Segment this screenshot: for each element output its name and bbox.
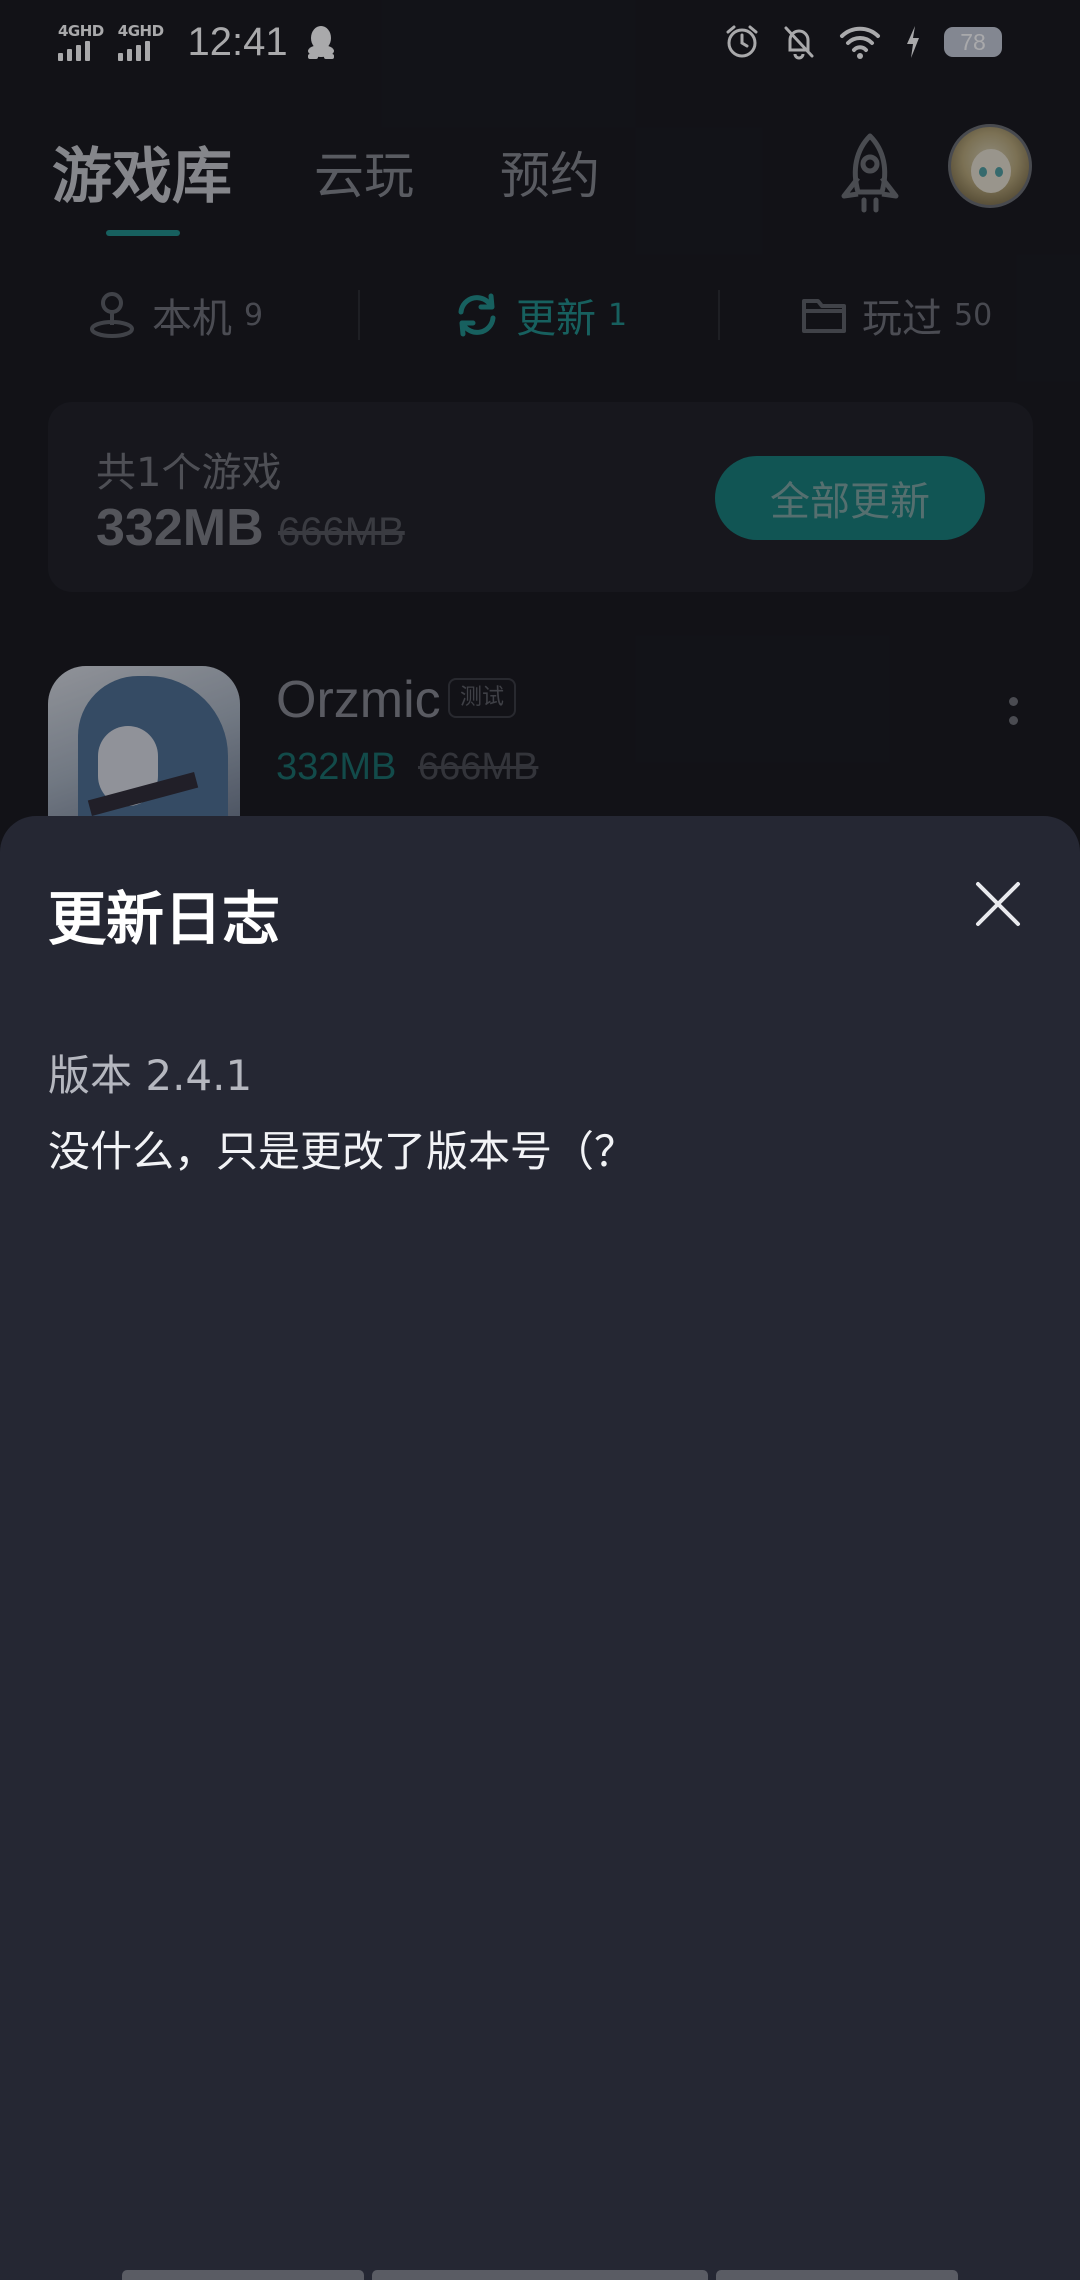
screen: 4GHD 4GHD 12:41 78 游戏库 云玩 预约 本机 9 更新 1 玩…	[0, 0, 1080, 2280]
bottom-bar-segment	[372, 2270, 708, 2280]
changelog-sheet: 更新日志 版本 2.4.1 没什么，只是更改了版本号（？	[0, 816, 1080, 2280]
sheet-title: 更新日志	[48, 885, 281, 953]
bottom-bar-segment	[122, 2270, 364, 2280]
changelog-text: 没什么，只是更改了版本号（？	[48, 1127, 637, 1176]
version-label: 版本 2.4.1	[48, 1051, 253, 1100]
bottom-bar-segment	[716, 2270, 958, 2280]
close-icon[interactable]	[966, 872, 1030, 936]
